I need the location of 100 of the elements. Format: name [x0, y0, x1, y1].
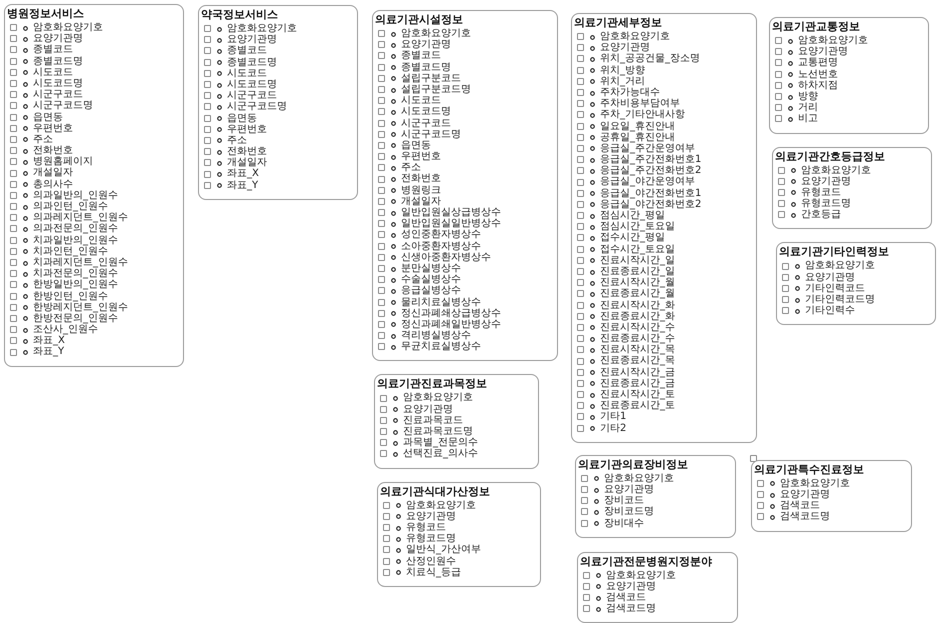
checkbox[interactable]	[577, 66, 584, 74]
checkbox[interactable]	[378, 130, 385, 138]
checkbox[interactable]	[378, 108, 385, 116]
checkbox[interactable]	[380, 428, 387, 436]
checkbox[interactable]	[10, 68, 17, 76]
checkbox[interactable]	[577, 190, 584, 197]
checkbox[interactable]	[10, 281, 17, 288]
checkbox[interactable]	[577, 302, 584, 309]
checkbox[interactable]	[778, 166, 785, 174]
checkbox[interactable]	[378, 86, 385, 94]
checkbox[interactable]	[782, 307, 789, 314]
checkbox[interactable]	[577, 33, 584, 40]
checkbox[interactable]	[577, 424, 584, 432]
checkbox[interactable]	[378, 231, 385, 238]
checkbox[interactable]	[10, 214, 17, 222]
checkbox[interactable]	[782, 274, 789, 281]
checkbox[interactable]	[204, 126, 211, 133]
checkbox[interactable]	[383, 512, 390, 520]
checkbox[interactable]	[10, 314, 17, 322]
checkbox[interactable]	[10, 304, 17, 311]
checkbox[interactable]	[757, 491, 764, 498]
checkbox[interactable]	[10, 326, 17, 334]
checkbox[interactable]	[10, 203, 17, 210]
checkbox[interactable]	[583, 605, 590, 612]
checkbox[interactable]	[378, 97, 385, 104]
checkbox[interactable]	[204, 170, 211, 178]
checkbox[interactable]	[378, 254, 385, 261]
checkbox[interactable]	[10, 136, 17, 143]
checkbox[interactable]	[378, 30, 385, 38]
checkbox[interactable]	[378, 74, 385, 82]
checkbox[interactable]	[775, 93, 782, 100]
checkbox[interactable]	[378, 209, 385, 216]
checkbox[interactable]	[204, 148, 211, 156]
checkbox[interactable]	[204, 47, 211, 54]
checkbox[interactable]	[204, 92, 211, 100]
checkbox[interactable]	[778, 211, 785, 218]
checkbox[interactable]	[204, 81, 211, 88]
checkbox[interactable]	[577, 368, 584, 376]
checkbox[interactable]	[10, 259, 17, 266]
checkbox[interactable]	[577, 212, 584, 220]
checkbox[interactable]	[10, 170, 17, 177]
checkbox[interactable]	[577, 223, 584, 230]
checkbox[interactable]	[383, 502, 390, 509]
checkbox[interactable]	[757, 513, 764, 520]
checkbox[interactable]	[10, 236, 17, 244]
checkbox[interactable]	[378, 265, 385, 272]
checkbox[interactable]	[583, 572, 590, 579]
checkbox[interactable]	[577, 346, 584, 354]
checkbox[interactable]	[378, 332, 385, 340]
checkbox[interactable]	[775, 104, 782, 112]
checkbox[interactable]	[577, 44, 584, 52]
checkbox[interactable]	[204, 25, 211, 32]
checkbox[interactable]	[378, 164, 385, 172]
checkbox[interactable]	[778, 188, 785, 196]
checkbox[interactable]	[583, 582, 590, 590]
checkbox[interactable]	[577, 78, 584, 85]
checkbox[interactable]	[577, 290, 584, 298]
checkbox[interactable]	[775, 37, 782, 44]
checkbox[interactable]	[378, 64, 385, 71]
checkbox[interactable]	[577, 413, 584, 420]
checkbox[interactable]	[10, 91, 17, 98]
checkbox[interactable]	[383, 524, 390, 532]
checkbox[interactable]	[10, 80, 17, 88]
checkbox[interactable]	[581, 497, 588, 504]
checkbox[interactable]	[378, 41, 385, 48]
checkbox[interactable]	[380, 416, 387, 424]
checkbox[interactable]	[204, 103, 211, 110]
checkbox[interactable]	[378, 276, 385, 284]
checkbox[interactable]	[10, 248, 17, 255]
checkbox[interactable]	[581, 486, 588, 494]
checkbox[interactable]	[204, 36, 211, 44]
checkbox[interactable]	[577, 246, 584, 253]
checkbox[interactable]	[775, 115, 782, 122]
checkbox[interactable]	[583, 594, 590, 602]
checkbox[interactable]	[782, 262, 789, 270]
checkbox[interactable]	[10, 102, 17, 110]
checkbox[interactable]	[577, 402, 584, 410]
checkbox[interactable]	[204, 70, 211, 77]
checkbox[interactable]	[378, 298, 385, 306]
checkbox[interactable]	[378, 220, 385, 228]
checkbox[interactable]	[775, 48, 782, 56]
checkbox[interactable]	[577, 312, 584, 320]
checkbox[interactable]	[581, 520, 588, 527]
checkbox[interactable]	[10, 124, 17, 132]
checkbox[interactable]	[775, 59, 782, 66]
checkbox[interactable]	[10, 46, 17, 54]
checkbox[interactable]	[378, 343, 385, 350]
checkbox[interactable]	[378, 176, 385, 183]
checkbox[interactable]	[378, 120, 385, 127]
checkbox[interactable]	[204, 58, 211, 66]
checkbox[interactable]	[581, 474, 588, 482]
checkbox[interactable]	[383, 568, 390, 576]
checkbox[interactable]	[378, 242, 385, 250]
checkbox[interactable]	[10, 147, 17, 154]
checkbox[interactable]	[775, 82, 782, 89]
checkbox[interactable]	[380, 406, 387, 413]
checkbox[interactable]	[577, 122, 584, 130]
checkbox[interactable]	[577, 200, 584, 208]
checkbox[interactable]	[577, 391, 584, 398]
checkbox[interactable]	[10, 337, 17, 344]
